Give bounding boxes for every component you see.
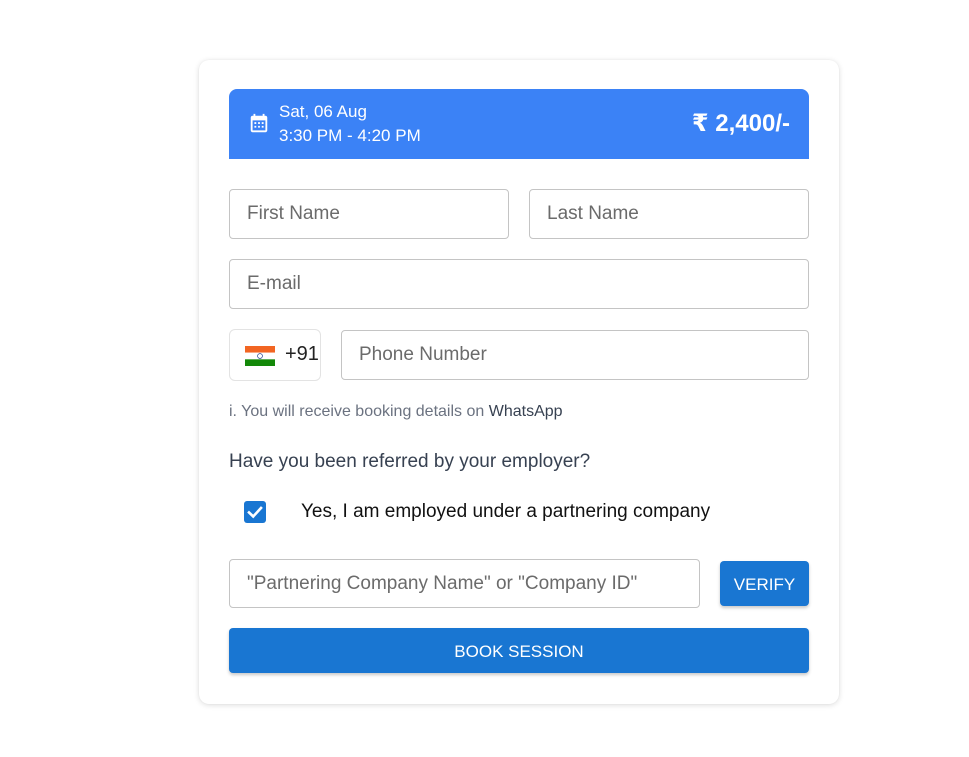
country-code: +91 xyxy=(285,343,319,365)
whatsapp-brand: WhatsApp xyxy=(488,403,563,420)
session-date: Sat, 06 Aug xyxy=(279,102,367,121)
session-banner: Sat, 06 Aug 3:30 PM - 4:20 PM ₹ 2,400/- xyxy=(229,89,809,159)
first-name-input[interactable] xyxy=(229,189,509,239)
checkmark-icon xyxy=(247,506,263,519)
session-price: ₹ 2,400/- xyxy=(691,110,790,137)
whatsapp-note: i. You will receive booking details on W… xyxy=(229,403,563,421)
company-input[interactable] xyxy=(229,559,700,608)
session-time: 3:30 PM - 4:20 PM xyxy=(279,126,421,145)
verify-button[interactable]: VERIFY xyxy=(720,561,809,606)
email-input[interactable] xyxy=(229,259,809,309)
last-name-input[interactable] xyxy=(529,189,809,239)
booking-card: Sat, 06 Aug 3:30 PM - 4:20 PM ₹ 2,400/- … xyxy=(199,60,839,704)
referral-checkbox[interactable] xyxy=(244,501,266,523)
india-flag-icon xyxy=(245,346,275,366)
referral-question: Have you been referred by your employer? xyxy=(229,451,591,472)
phone-number-input[interactable] xyxy=(341,330,809,380)
referral-checkbox-label[interactable]: Yes, I am employed under a partnering co… xyxy=(301,501,710,523)
calendar-icon xyxy=(250,113,268,133)
whatsapp-note-text: i. You will receive booking details on xyxy=(229,403,489,420)
country-code-selector[interactable]: +91 xyxy=(229,329,321,381)
book-session-button[interactable]: BOOK SESSION xyxy=(229,628,809,673)
